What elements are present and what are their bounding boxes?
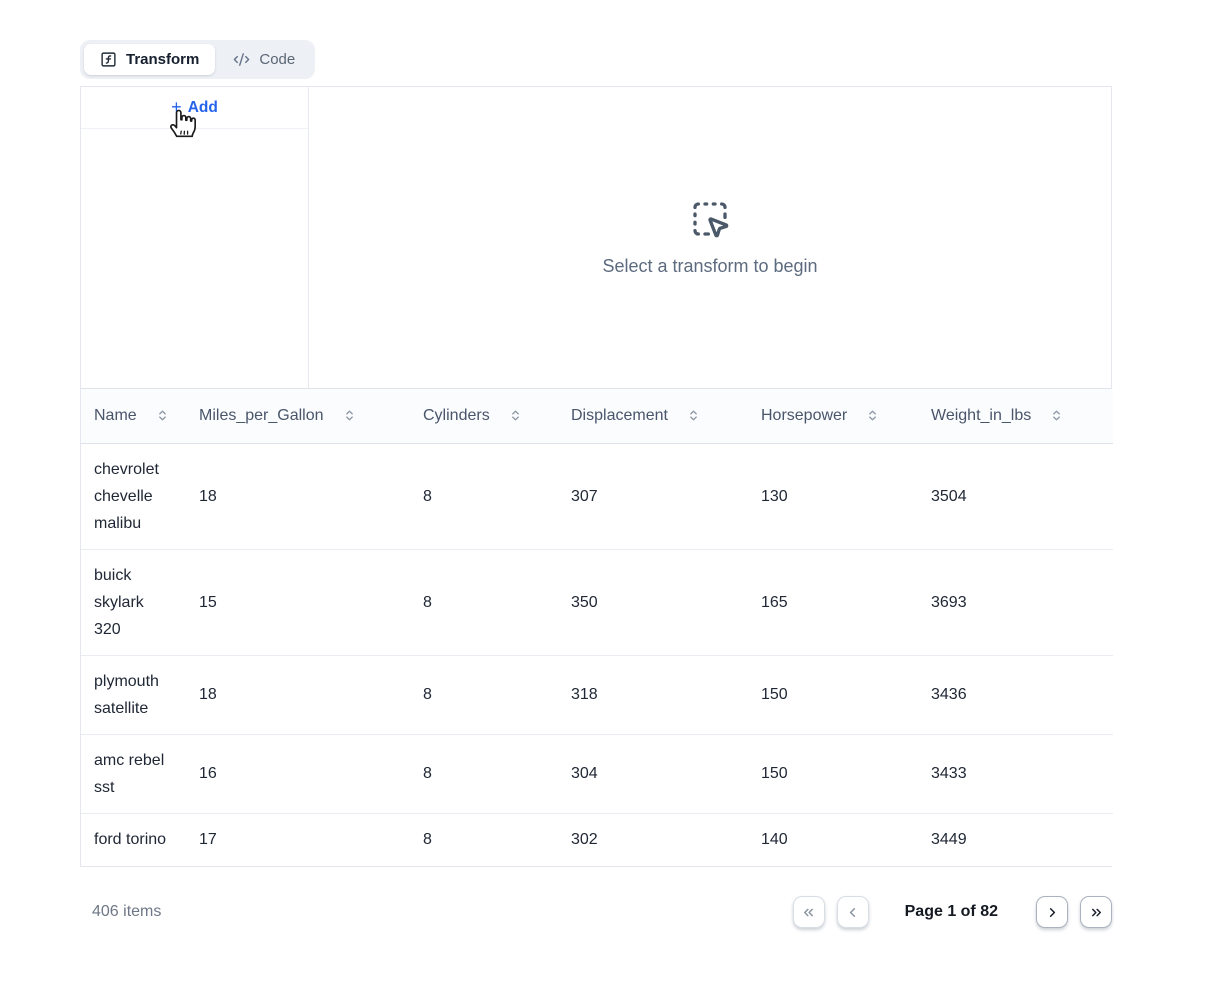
code-icon	[233, 51, 250, 68]
cell-cylinders: 8	[410, 655, 558, 734]
table-row: chevrolet chevelle malibu 18 8 307 130 3…	[81, 443, 1113, 549]
table-row: amc rebel sst 16 8 304 150 3433	[81, 734, 1113, 813]
square-dashed-mouse-pointer-icon	[690, 199, 730, 239]
tab-transform-label: Transform	[126, 51, 199, 68]
cell-miles-per-gallon: 15	[186, 549, 410, 655]
cell-displacement: 304	[558, 734, 748, 813]
cell-name: ford torino	[81, 813, 186, 866]
table-row: buick skylark 320 15 8 350 165 3693	[81, 549, 1113, 655]
cell-weight-in-lbs: 3433	[918, 734, 1113, 813]
add-button-label: Add	[188, 99, 218, 117]
cell-weight-in-lbs: 3449	[918, 813, 1113, 866]
cell-weight-in-lbs: 3504	[918, 443, 1113, 549]
column-label: Cylinders	[423, 407, 490, 425]
data-table: Name Miles_per_Gallon Cylinders Displace…	[81, 389, 1113, 866]
page-indicator: Page 1 of 82	[905, 903, 998, 921]
empty-state: Select a transform to begin	[602, 199, 817, 277]
cell-miles-per-gallon: 16	[186, 734, 410, 813]
tab-transform[interactable]: Transform	[84, 44, 215, 75]
column-label: Weight_in_lbs	[931, 407, 1031, 425]
sort-icon[interactable]	[687, 409, 700, 422]
function-square-icon	[100, 51, 117, 68]
cell-horsepower: 165	[748, 549, 918, 655]
cell-weight-in-lbs: 3693	[918, 549, 1113, 655]
cell-miles-per-gallon: 17	[186, 813, 410, 866]
empty-state-message: Select a transform to begin	[602, 256, 817, 277]
sort-icon[interactable]	[343, 409, 356, 422]
panels: + Add Select a transform to	[81, 87, 1111, 389]
sort-icon[interactable]	[509, 409, 522, 422]
tab-code[interactable]: Code	[217, 44, 311, 75]
items-count: 406 items	[92, 903, 161, 921]
next-page-button[interactable]	[1036, 896, 1068, 928]
cell-weight-in-lbs: 3436	[918, 655, 1113, 734]
column-header-horsepower[interactable]: Horsepower	[748, 389, 918, 443]
chevrons-right-icon	[1089, 905, 1104, 920]
chevron-right-icon	[1045, 905, 1060, 920]
column-header-miles-per-gallon[interactable]: Miles_per_Gallon	[186, 389, 410, 443]
sort-icon[interactable]	[1050, 409, 1063, 422]
prev-page-button[interactable]	[837, 896, 869, 928]
cell-displacement: 318	[558, 655, 748, 734]
cell-cylinders: 8	[410, 443, 558, 549]
cell-horsepower: 150	[748, 734, 918, 813]
column-header-displacement[interactable]: Displacement	[558, 389, 748, 443]
workspace: + Add Select a transform to	[80, 86, 1112, 867]
column-label: Displacement	[571, 407, 668, 425]
transform-editor: Transform Code + Add	[0, 0, 1212, 982]
cell-miles-per-gallon: 18	[186, 443, 410, 549]
table-header-row: Name Miles_per_Gallon Cylinders Displace…	[81, 389, 1113, 443]
first-page-button[interactable]	[793, 896, 825, 928]
sort-icon[interactable]	[156, 409, 169, 422]
cell-cylinders: 8	[410, 734, 558, 813]
cell-displacement: 302	[558, 813, 748, 866]
sort-icon[interactable]	[866, 409, 879, 422]
column-label: Horsepower	[761, 407, 847, 425]
column-label: Miles_per_Gallon	[199, 407, 324, 425]
pagination: Page 1 of 82	[793, 896, 1112, 928]
cell-name: plymouth satellite	[81, 655, 186, 734]
cell-displacement: 307	[558, 443, 748, 549]
chevron-left-icon	[845, 905, 860, 920]
table-row: ford torino 17 8 302 140 3449	[81, 813, 1113, 866]
cell-name: chevrolet chevelle malibu	[81, 443, 186, 549]
tab-code-label: Code	[259, 51, 295, 68]
column-header-weight-in-lbs[interactable]: Weight_in_lbs	[918, 389, 1113, 443]
cell-cylinders: 8	[410, 813, 558, 866]
column-label: Name	[94, 407, 137, 425]
chevrons-left-icon	[801, 905, 816, 920]
column-header-cylinders[interactable]: Cylinders	[410, 389, 558, 443]
table-footer: 406 items Page 1 of 82	[80, 892, 1112, 932]
view-tabs: Transform Code	[80, 40, 315, 79]
cell-name: buick skylark 320	[81, 549, 186, 655]
cell-horsepower: 130	[748, 443, 918, 549]
cell-horsepower: 150	[748, 655, 918, 734]
cell-name: amc rebel sst	[81, 734, 186, 813]
column-header-name[interactable]: Name	[81, 389, 186, 443]
table-row: plymouth satellite 18 8 318 150 3436	[81, 655, 1113, 734]
transform-detail-panel: Select a transform to begin	[309, 87, 1111, 388]
plus-icon: +	[171, 98, 182, 116]
cell-cylinders: 8	[410, 549, 558, 655]
cell-horsepower: 140	[748, 813, 918, 866]
add-transform-button[interactable]: + Add	[171, 99, 218, 117]
transform-list-panel: + Add	[81, 87, 309, 388]
add-row: + Add	[81, 87, 308, 129]
last-page-button[interactable]	[1080, 896, 1112, 928]
cell-miles-per-gallon: 18	[186, 655, 410, 734]
cell-displacement: 350	[558, 549, 748, 655]
